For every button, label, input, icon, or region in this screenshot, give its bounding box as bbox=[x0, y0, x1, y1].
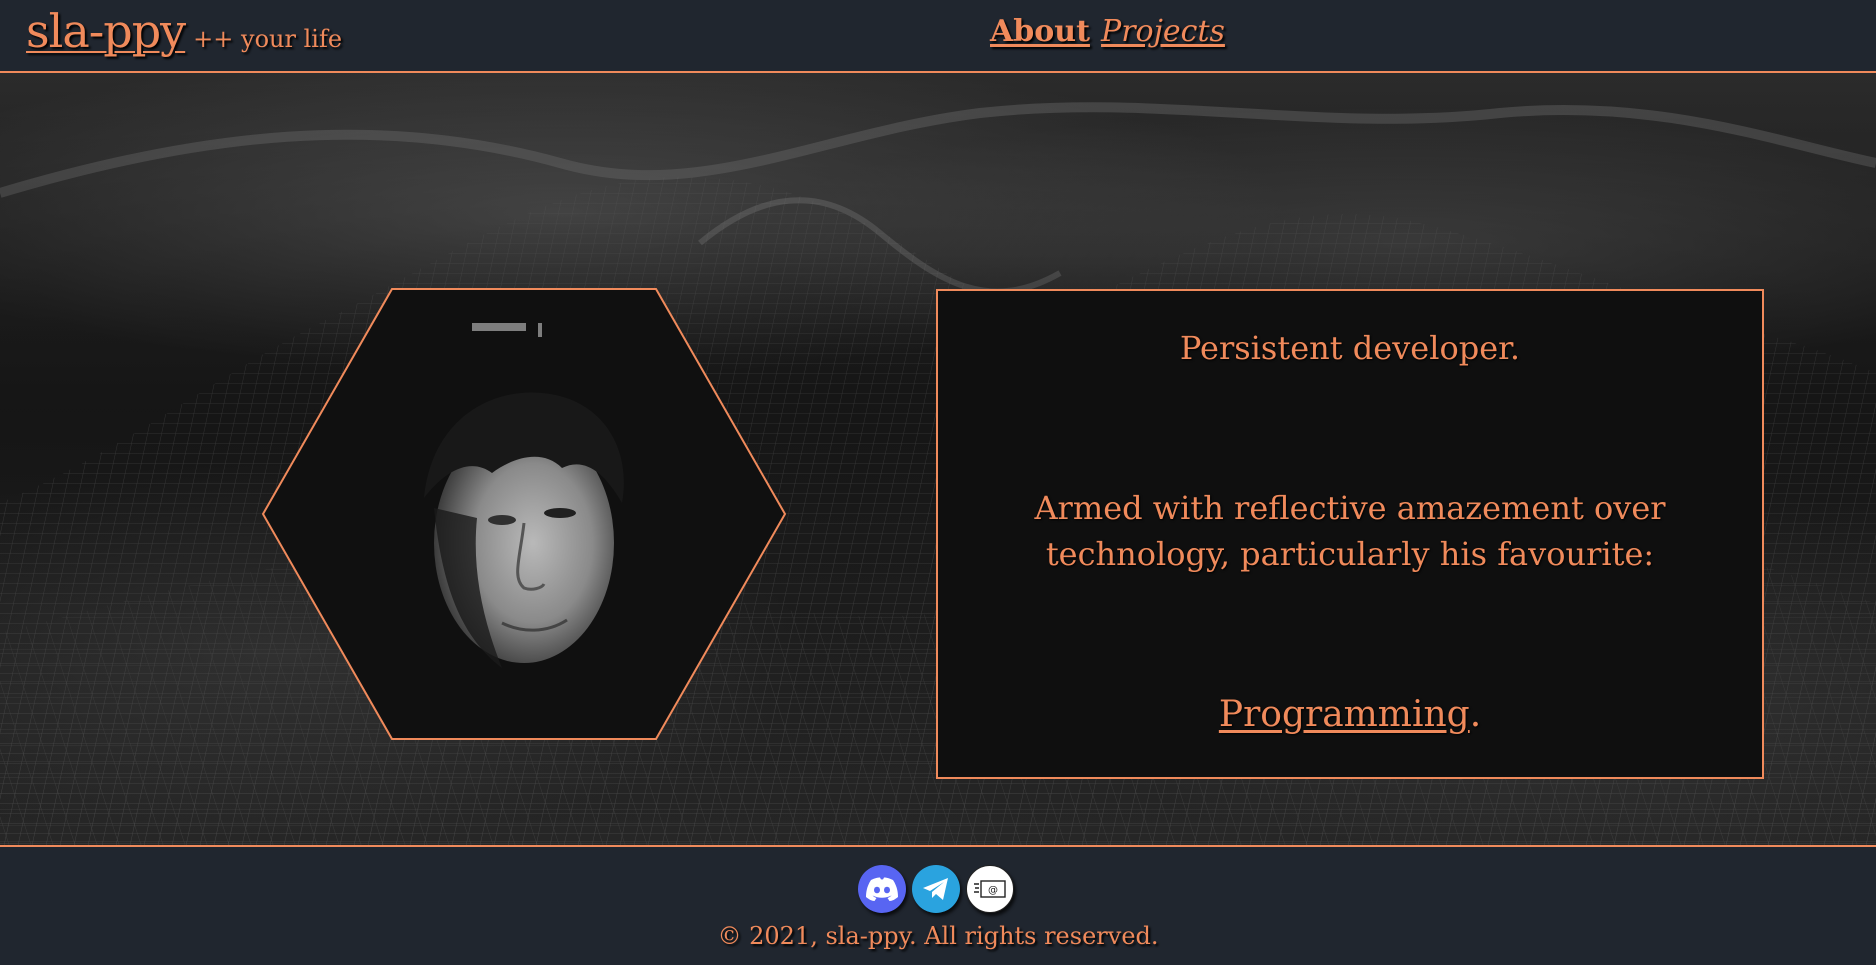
telegram-icon[interactable] bbox=[912, 865, 960, 913]
brand-link[interactable]: sla-ppy bbox=[26, 4, 186, 58]
about-info-box: Persistent developer. Armed with reflect… bbox=[936, 289, 1764, 779]
copyright-text: © 2021, sla-ppy. All rights reserved. bbox=[717, 922, 1159, 950]
portrait-hexagon bbox=[262, 288, 786, 740]
discord-icon[interactable] bbox=[858, 865, 906, 913]
site-footer: @ © 2021, sla-ppy. All rights reserved. bbox=[0, 845, 1876, 965]
svg-text:@: @ bbox=[988, 885, 998, 896]
nav-link-projects[interactable]: Projects bbox=[1101, 14, 1225, 49]
site-header: sla-ppy ++ your life About Projects bbox=[0, 0, 1876, 73]
hero-section: Persistent developer. Armed with reflect… bbox=[0, 73, 1876, 845]
person-portrait-icon bbox=[262, 288, 786, 740]
social-links: @ bbox=[858, 865, 1014, 915]
email-icon[interactable]: @ bbox=[966, 865, 1014, 913]
favourite-line: Programming. bbox=[938, 694, 1762, 735]
brand-tagline: ++ your life bbox=[193, 25, 343, 53]
favourite-suffix: . bbox=[1469, 694, 1482, 735]
headline-text: Persistent developer. bbox=[1179, 329, 1521, 367]
nav-link-about[interactable]: About bbox=[990, 14, 1090, 49]
brand: sla-ppy ++ your life bbox=[26, 4, 342, 58]
programming-link[interactable]: Programming bbox=[1219, 694, 1470, 735]
main-nav: About Projects bbox=[990, 14, 1225, 49]
page: sla-ppy ++ your life About Projects Pers… bbox=[0, 0, 1876, 965]
description-text: Armed with reflective amazement over tec… bbox=[1034, 489, 1666, 573]
